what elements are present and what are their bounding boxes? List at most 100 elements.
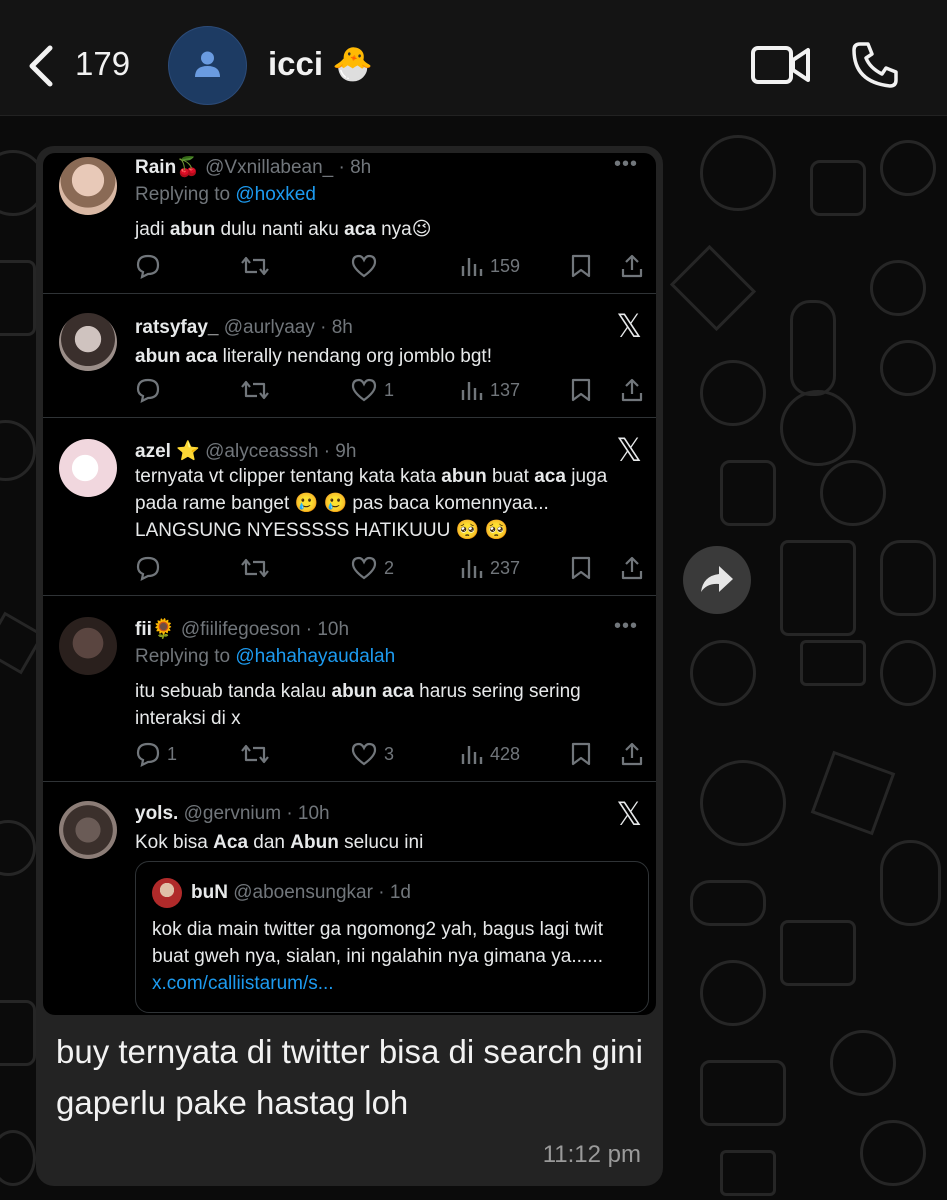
tweet-author-name[interactable]: ratsyfay_	[135, 317, 218, 338]
forward-arrow-icon	[701, 566, 733, 592]
tweet-actions: 2 237	[135, 553, 645, 583]
avatar	[59, 439, 117, 497]
share-icon	[621, 742, 643, 766]
retweet-icon	[241, 380, 269, 400]
unread-count[interactable]: 179	[75, 45, 130, 83]
bookmark-button[interactable]	[570, 375, 592, 405]
voice-call-button[interactable]	[850, 40, 900, 90]
contact-name[interactable]: icci 🐣	[268, 45, 373, 84]
heart-icon	[351, 378, 377, 402]
quoted-text: kok dia main twitter ga ngomong2 yah, ba…	[152, 919, 604, 994]
tweet-author-name[interactable]: Rain🍒	[135, 157, 200, 178]
tweet-text: ternyata vt clipper tentang kata kata ab…	[135, 466, 608, 541]
tweet-author-handle[interactable]: @fiilifegoeson	[181, 619, 301, 640]
retweet-button[interactable]	[240, 251, 270, 281]
quoted-author-handle[interactable]: @aboensungkar	[233, 882, 373, 903]
like-button[interactable]	[350, 251, 384, 281]
share-button[interactable]	[620, 251, 644, 281]
bar-chart-icon	[461, 746, 483, 764]
quoted-tweet[interactable]: buN @aboensungkar · 1d kok dia main twit…	[135, 861, 649, 1013]
tweet-text: abun aca literally nendang org jomblo bg…	[135, 346, 492, 367]
tweet-time: · 9h	[323, 441, 357, 462]
quoted-link[interactable]: x.com/calliistarum/s...	[152, 973, 334, 994]
tweet[interactable]: ratsyfay_ @aurlyaay · 8h 𝕏 abun aca lite…	[43, 293, 656, 418]
video-call-button[interactable]	[750, 42, 812, 88]
tweet-text: itu sebuab tanda kalau abun aca harus se…	[135, 681, 581, 729]
quoted-author-name[interactable]: buN	[191, 882, 228, 903]
replying-to: Replying to @hahahayaudalah	[135, 646, 396, 667]
bookmark-button[interactable]	[570, 553, 592, 583]
reply-button[interactable]	[135, 251, 167, 281]
tweet-actions: 1 3 428	[135, 739, 645, 769]
hatching-chick-icon: 🐣	[332, 45, 374, 82]
tweet-time: · 8h	[338, 157, 372, 178]
avatar	[59, 617, 117, 675]
bookmark-icon	[571, 378, 591, 402]
like-button[interactable]: 3	[350, 739, 394, 769]
tweet-author-handle[interactable]: @alyceasssh	[205, 441, 318, 462]
bar-chart-icon	[461, 560, 483, 578]
views-button[interactable]: 159	[460, 251, 520, 281]
reply-button[interactable]	[135, 375, 167, 405]
bookmark-icon	[571, 742, 591, 766]
avatar	[59, 157, 117, 215]
replying-to: Replying to @hoxked	[135, 184, 316, 205]
reply-button[interactable]: 1	[135, 739, 177, 769]
reply-button[interactable]	[135, 553, 167, 583]
back-button[interactable]	[22, 38, 62, 94]
message-timestamp: 11:12 pm	[542, 1141, 641, 1168]
x-logo-icon: 𝕏	[616, 307, 642, 345]
retweet-button[interactable]	[240, 739, 270, 769]
tweet-author-handle[interactable]: @gervnium	[184, 803, 281, 824]
replying-to-link[interactable]: @hahahayaudalah	[235, 646, 395, 667]
tweet-actions: 159	[135, 251, 645, 281]
views-button[interactable]: 137	[460, 375, 520, 405]
bookmark-button[interactable]	[570, 251, 592, 281]
tweet[interactable]: azel ⭐ @alyceasssh · 9h 𝕏 ternyata vt cl…	[43, 417, 656, 596]
views-button[interactable]: 428	[460, 739, 520, 769]
message-text: buy ternyata di twitter bisa di search g…	[56, 1033, 643, 1121]
bar-chart-icon	[461, 258, 483, 276]
bookmark-icon	[571, 254, 591, 278]
tweet-actions: 1 137	[135, 375, 645, 405]
reply-icon	[136, 742, 160, 767]
forward-button[interactable]	[683, 546, 751, 614]
avatar	[59, 313, 117, 371]
tweet-author-handle[interactable]: @aurlyaay	[224, 317, 315, 338]
retweet-button[interactable]	[240, 553, 270, 583]
tweet-author-name[interactable]: fii🌻	[135, 619, 176, 640]
reply-icon	[136, 254, 160, 279]
tweet-text: jadi abun dulu nanti aku aca nya😉	[135, 219, 432, 240]
quoted-time: · 1d	[378, 882, 411, 903]
heart-icon	[351, 556, 377, 580]
tweet[interactable]: fii🌻 @fiilifegoeson · 10h ••• Replying t…	[43, 595, 656, 782]
retweet-icon	[241, 256, 269, 276]
share-button[interactable]	[620, 375, 644, 405]
like-button[interactable]: 2	[350, 553, 394, 583]
tweet[interactable]: Rain🍒 @Vxnillabean_ · 8h ••• Replying to…	[43, 153, 656, 294]
views-button[interactable]: 237	[460, 553, 520, 583]
tweet-time: · 8h	[320, 317, 353, 338]
more-options-icon[interactable]: •••	[614, 615, 638, 638]
person-icon	[195, 51, 220, 77]
share-icon	[621, 254, 643, 278]
like-button[interactable]: 1	[350, 375, 394, 405]
x-logo-icon: 𝕏	[616, 795, 642, 833]
bar-chart-icon	[461, 382, 483, 400]
attached-screenshot[interactable]: Rain🍒 @Vxnillabean_ · 8h ••• Replying to…	[43, 153, 656, 1015]
contact-avatar[interactable]	[168, 26, 247, 105]
share-button[interactable]	[620, 739, 644, 769]
phone-icon	[852, 42, 898, 88]
more-options-icon[interactable]: •••	[614, 153, 638, 176]
replying-to-link[interactable]: @hoxked	[235, 184, 316, 205]
heart-icon	[351, 742, 377, 766]
tweet-author-name[interactable]: yols.	[135, 803, 178, 824]
share-button[interactable]	[620, 553, 644, 583]
tweet-author-name[interactable]: azel ⭐	[135, 441, 200, 462]
share-icon	[621, 556, 643, 580]
tweet-author-handle[interactable]: @Vxnillabean_	[205, 157, 333, 178]
bookmark-button[interactable]	[570, 739, 592, 769]
retweet-button[interactable]	[240, 375, 270, 405]
reply-icon	[136, 378, 160, 403]
message-bubble[interactable]: Rain🍒 @Vxnillabean_ · 8h ••• Replying to…	[36, 146, 663, 1186]
